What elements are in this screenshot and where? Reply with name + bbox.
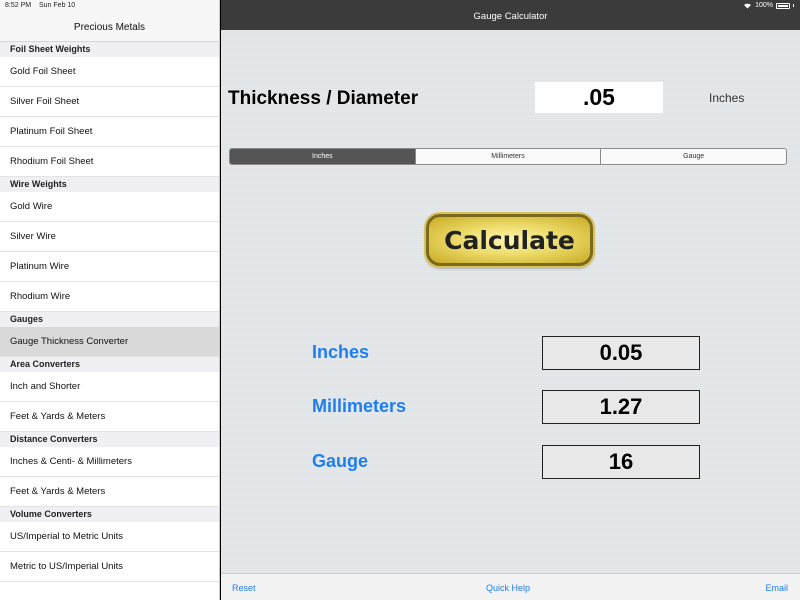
unit-label: Inches: [709, 91, 745, 105]
result-gauge-label: Gauge: [312, 451, 369, 471]
section-header-gauges: Gauges: [0, 312, 219, 327]
status-time: 8:52 PM: [5, 2, 32, 9]
sidebar-item-silver-wire[interactable]: Silver Wire: [0, 222, 219, 252]
thickness-input[interactable]: [535, 82, 663, 113]
bottom-toolbar: Reset Quick Help Email: [221, 573, 800, 600]
segment-millimeters[interactable]: Millimeters: [416, 149, 602, 164]
sidebar-item-rhodium-foil[interactable]: Rhodium Foil Sheet: [0, 147, 219, 177]
unit-segmented-control: Inches Millimeters Gauge: [229, 148, 787, 165]
status-bar: 8:52 PM Sun Feb 10 100%: [0, 0, 800, 12]
email-button[interactable]: Email: [765, 583, 788, 593]
result-gauge-value: 16: [542, 445, 700, 479]
segment-gauge[interactable]: Gauge: [601, 149, 786, 164]
sidebar: Precious Metals Foil Sheet Weights Gold …: [0, 0, 220, 600]
result-mm-label: Millimeters: [312, 396, 407, 416]
sidebar-item-gold-wire[interactable]: Gold Wire: [0, 192, 219, 222]
reset-button[interactable]: Reset: [232, 583, 256, 593]
sidebar-item-metric-to-us[interactable]: Metric to US/Imperial Units: [0, 552, 219, 582]
segment-inches[interactable]: Inches: [230, 149, 416, 164]
sidebar-item-rhodium-wire[interactable]: Rhodium Wire: [0, 282, 219, 312]
sidebar-item-inch-shorter[interactable]: Inch and Shorter: [0, 372, 219, 402]
sidebar-item-silver-foil[interactable]: Silver Foil Sheet: [0, 87, 219, 117]
result-inches-value: 0.05: [542, 336, 700, 370]
sidebar-item-distance-feet-yards[interactable]: Feet & Yards & Meters: [0, 477, 219, 507]
sidebar-item-platinum-wire[interactable]: Platinum Wire: [0, 252, 219, 282]
section-header-volume: Volume Converters: [0, 507, 219, 522]
section-header-distance: Distance Converters: [0, 432, 219, 447]
thickness-label: Thickness / Diameter: [228, 88, 419, 109]
result-inches-label: Inches: [312, 342, 370, 362]
calculate-button[interactable]: Calculate: [426, 214, 593, 266]
sidebar-item-platinum-foil[interactable]: Platinum Foil Sheet: [0, 117, 219, 147]
sidebar-item-inches-centi-milli[interactable]: Inches & Centi- & Millimeters: [0, 447, 219, 477]
quick-help-button[interactable]: Quick Help: [486, 583, 530, 593]
sidebar-item-gauge-converter[interactable]: Gauge Thickness Converter: [0, 327, 219, 357]
section-header-wire: Wire Weights: [0, 177, 219, 192]
battery-icon: [776, 2, 790, 9]
sidebar-item-area-feet-yards[interactable]: Feet & Yards & Meters: [0, 402, 219, 432]
section-header-area: Area Converters: [0, 357, 219, 372]
status-date: Sun Feb 10: [39, 2, 76, 9]
status-right: 100%: [743, 2, 794, 9]
sidebar-item-us-to-metric[interactable]: US/Imperial to Metric Units: [0, 522, 219, 552]
sidebar-item-gold-foil[interactable]: Gold Foil Sheet: [0, 57, 219, 87]
battery-tip: [793, 4, 794, 7]
result-mm-value: 1.27: [542, 390, 700, 424]
wifi-icon: [744, 3, 752, 9]
section-header-foil: Foil Sheet Weights: [0, 42, 219, 57]
main-panel: Gauge Calculator Thickness / Diameter In…: [221, 0, 800, 600]
battery-percent: 100%: [755, 2, 773, 9]
nav-title: Gauge Calculator: [473, 11, 548, 22]
